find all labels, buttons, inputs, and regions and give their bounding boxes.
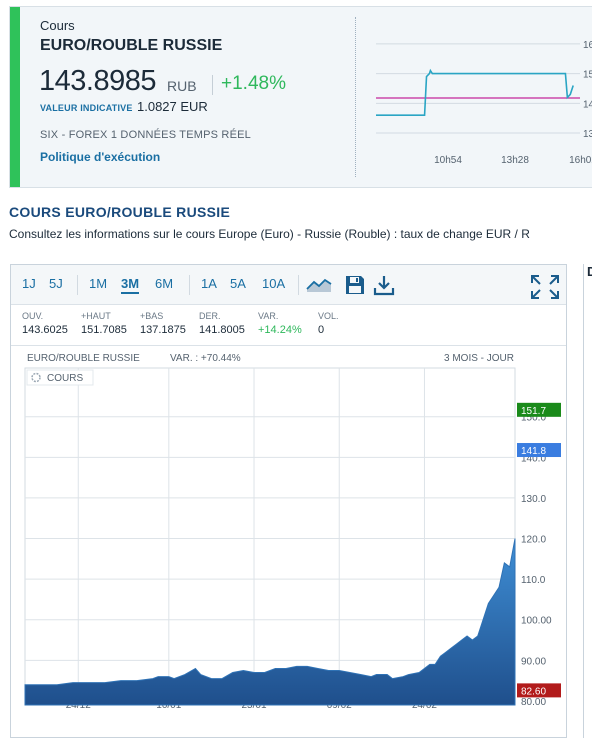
indicative-value: 1.0827 EUR (137, 99, 208, 114)
period-6m[interactable]: 6M (155, 276, 173, 291)
stat-last: DER. 141.8005 (199, 311, 245, 336)
download-icon[interactable] (373, 274, 395, 301)
right-panel-title: D (587, 264, 592, 279)
value-marker-label: 151.7 (521, 406, 546, 417)
period-5a[interactable]: 5A (230, 276, 246, 291)
period-1m[interactable]: 1M (89, 276, 107, 291)
price-separator (212, 75, 213, 95)
chart-type-icon[interactable] (306, 274, 332, 299)
intraday-chart: 16 15 14 13 10h54 13h28 16h02 (376, 40, 592, 166)
y-tick-label: 80.00 (521, 697, 546, 708)
period-3m[interactable]: 3M (121, 276, 140, 294)
period-1a[interactable]: 1A (201, 276, 217, 291)
stat-variation: VAR. +14.24% (258, 311, 302, 336)
chart-widget: 1J 5J 1M 3M 6M 1A 5A 10A OUV. 143.6025 +H… (10, 264, 567, 738)
chart-toolbar: 1J 5J 1M 3M 6M 1A 5A 10A (11, 265, 566, 305)
intraday-series-line (376, 68, 574, 117)
quote-accent-bar (10, 7, 20, 187)
plot-variation: VAR. : +70.44% (170, 353, 241, 364)
intraday-x-tick: 13h28 (501, 155, 529, 166)
period-5j[interactable]: 5J (49, 276, 63, 291)
data-source: SIX - FOREX 1 DONNÉES TEMPS RÉEL (40, 129, 251, 141)
quote-price: 143.8985 (39, 65, 156, 97)
value-marker-label: 82.60 (521, 686, 546, 697)
y-tick-label: 130.0 (521, 494, 546, 505)
intraday-x-tick: 10h54 (434, 155, 462, 166)
plot-instrument-name: EURO/ROUBLE RUSSIE (27, 353, 140, 364)
intraday-x-tick: 16h02 (569, 155, 592, 166)
fullscreen-icon[interactable] (530, 274, 560, 305)
period-10a[interactable]: 10A (262, 276, 285, 291)
quote-change: +1.48% (221, 73, 286, 94)
price-chart: 80.0090.00100.00110.0120.0130.0140.0150.… (24, 367, 561, 710)
toolbar-divider (189, 275, 190, 295)
intraday-y-tick: 13 (583, 129, 592, 140)
toolbar-divider (77, 275, 78, 295)
quote-card: Cours EURO/ROUBLE RUSSIE 143.8985 RUB +1… (9, 6, 592, 188)
toolbar-divider (298, 275, 299, 295)
instrument-name: EURO/ROUBLE RUSSIE (40, 37, 223, 54)
card-divider (355, 17, 356, 177)
quote-currency: RUB (167, 78, 197, 94)
stat-low: +BAS 137.1875 (140, 311, 186, 336)
y-tick-label: 90.00 (521, 656, 546, 667)
legend-label: COURS (47, 373, 83, 384)
stat-open: OUV. 143.6025 (22, 311, 68, 336)
section-description: Consultez les informations sur le cours … (9, 227, 530, 241)
plot-range: 3 MOIS - JOUR (444, 353, 515, 364)
right-panel-edge (583, 264, 592, 738)
intraday-y-tick: 15 (583, 70, 592, 81)
save-icon[interactable] (344, 274, 366, 301)
stats-bar: OUV. 143.6025 +HAUT 151.7085 +BAS 137.1875 … (11, 306, 566, 346)
y-tick-label: 110.0 (521, 575, 546, 586)
intraday-y-tick: 16 (583, 40, 592, 51)
execution-policy-link[interactable]: Politique d'exécution (40, 150, 160, 164)
period-1j[interactable]: 1J (22, 276, 36, 291)
stat-volume: VOL. 0 (318, 311, 339, 336)
y-tick-label: 100.00 (521, 616, 552, 627)
stat-high: +HAUT 151.7085 (81, 311, 127, 336)
quote-label: Cours (40, 18, 75, 33)
indicative-value-label: VALEUR INDICATIVE (40, 103, 133, 113)
y-tick-label: 120.0 (521, 535, 546, 546)
value-marker-label: 141.8 (521, 446, 546, 457)
section-title: COURS EURO/ROUBLE RUSSIE (9, 204, 231, 220)
plot-area (24, 367, 516, 706)
intraday-y-tick: 14 (583, 99, 592, 110)
